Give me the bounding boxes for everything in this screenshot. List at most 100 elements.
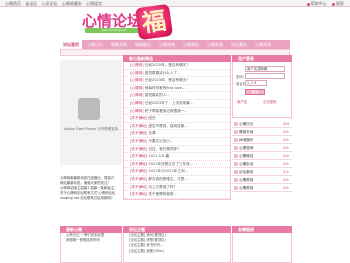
item-title[interactable]: 不要忘记自己... [148,139,173,143]
item-title[interactable]: 感觉更喜欢什么人了... [145,71,181,75]
item-category: [扶不满地] [130,169,149,174]
forum-count: 0/1 [283,186,289,190]
item-title[interactable]: 关于爱情的秘密... [148,192,177,196]
forum-icon [234,170,238,174]
forum-item[interactable]: 论坛事务 1/1 [232,168,292,176]
item-title[interactable]: 2021年还是过去了三年多... [148,162,193,166]
nav-item-affairs[interactable]: 论坛事务 [231,42,247,48]
register-link[interactable]: 用户名 [237,99,247,104]
item-title[interactable]: 终于再能看身边有跟我一... [145,109,188,113]
login-title: 用户登录 [232,55,292,62]
forum-count: 0/2 [283,154,289,158]
item-title[interactable]: 马上又是谁了吗？ [148,185,177,189]
forum-count: 0/1 [283,146,289,150]
item-category: [扶不满地] [130,146,149,151]
list-item[interactable]: [扶不满地] 那天真的是难忘，又是... [124,176,230,184]
top-link-guestbook[interactable]: 心情留言 [86,1,102,6]
item-category: [心情网] [130,93,145,98]
item-title[interactable]: 已经2023年了，上次到来最... [145,101,194,105]
item-title[interactable]: 那天真的是难忘，又是... [148,177,187,181]
list-item[interactable]: 我想唱一首歌给你听听 [61,238,121,243]
item-title[interactable]: 2021年与2022年之间... [148,169,188,173]
item-title[interactable]: 回归 [148,116,155,120]
item-category: [扶不满地] [130,176,149,181]
forum-item[interactable]: 心情秀场 0/1 [232,184,292,192]
login-button[interactable]: 登录 [245,89,265,95]
list-item[interactable]: [心情网] 终于再能看身边有跟我一... [124,108,230,116]
list-item[interactable]: [心情网] 他每时邻家的first love... [124,85,230,93]
friend-links-panel: 友情链接 [232,226,292,263]
forum-item[interactable]: 心情杂谈 0/1 [232,160,292,168]
logo-subtext: www.xinqing.net [85,28,143,33]
list-item[interactable]: [心情网] 感觉更喜欢什么人了... [124,70,230,78]
forum-name: 心情驿站 [239,154,254,158]
top-link-talk[interactable]: 谈论区 [25,1,37,6]
list-item[interactable]: [扶不满地] 不要忘记自己... [124,138,230,146]
top-link-forum[interactable]: 心灵论坛 [42,1,58,6]
help-link[interactable]: 帮助中心 [306,1,327,6]
nav-item-counsel[interactable]: 心理咨询 [159,42,175,48]
login-panel: 用户登录 用户名或邮箱 密码： 验证码 2_1 9 登录 用户名 忘记密码 [232,55,292,118]
nav-item-diary[interactable]: 心情日记 [87,42,103,48]
forum-icon [234,146,238,150]
panel-title: 友情链接 [232,226,292,233]
item-title[interactable]: 已经2023年，是否有哪天？ [145,78,190,82]
item-category: [心情网] [130,100,145,105]
username-field[interactable]: 用户名或邮箱 [245,66,285,72]
item-title[interactable]: 虚空不是真，感到还像... [148,124,187,128]
list-item[interactable]: [扶不满地] 2021.5.8 晨 [124,153,230,161]
list-item[interactable]: [扶不满地] 回归 [124,115,230,123]
forum-item[interactable]: 心情秀场 0/1 [232,176,292,184]
forum-icon [234,130,238,134]
password-field[interactable] [245,73,285,79]
list-item[interactable]: [心情网] 感觉喜欢的人... [124,92,230,100]
dot-icon [306,2,310,6]
login-body: 用户名或邮箱 密码： 验证码 2_1 9 登录 用户名 忘记密码 [232,62,292,118]
nav-item-show[interactable]: 心情秀场 [255,42,271,48]
forum-item[interactable]: 休闲娱乐 0/1 [232,136,292,144]
top-right-links: 帮助中心 搜索 [303,1,344,7]
list-item[interactable]: [心情网] 已经2023年了，上次到来最... [124,100,230,108]
list-item[interactable]: [心情网] 已经2023年，是否有哪天？ [124,77,230,85]
nav-item-station[interactable]: 心情驿站 [183,42,199,48]
item-title[interactable]: 感觉喜欢的人... [145,93,170,97]
item-title[interactable]: 2021.5.8 晨 [148,154,169,158]
list-item[interactable]: [心情网] 已经2025年，是否有哪天？ [124,62,230,70]
forum-icon [234,154,238,158]
forum-count: 0/1 [283,162,289,166]
item-title[interactable]: 已经2025年，是否有哪天？ [145,63,190,67]
verify-field[interactable]: 2_1 9 [245,80,267,86]
forum-item[interactable]: 情感天地 0/1 [232,128,292,136]
forum-item[interactable]: 心情日记 9/3 [232,120,292,128]
list-item[interactable]: [扶不满地] 虚空不是真，感到还像... [124,123,230,131]
top-link-favorites[interactable]: 心情收藏夹 [62,1,82,6]
list-item[interactable]: [扶不满地] 马上又是谁了吗？ [124,184,230,192]
forum-count: 0/1 [283,178,289,182]
list-item[interactable]: [扶不满地] 2021年与2022年之间... [124,168,230,176]
forum-name: 论坛事务 [239,170,254,174]
nav-item-chat[interactable]: 心情杂谈 [207,42,223,48]
item-title[interactable]: 他每时邻家的first love... [145,86,186,90]
nav-item-leisure[interactable]: 休闲娱乐 [135,42,151,48]
forum-item[interactable]: 心理咨询 0/1 [232,144,292,152]
list-item[interactable]: [扶不满地] 无谓 [124,130,230,138]
forum-item[interactable]: 心情驿站 0/2 [232,152,292,160]
item-category: [心情网] [130,78,145,83]
item-title[interactable]: 无谓 [148,131,155,135]
panel-title: 每日最新精选 [123,55,231,62]
top-link-home[interactable]: 心情首页 [5,1,21,6]
nav-item-home[interactable]: 论坛首页 [60,40,82,49]
search-link[interactable]: 搜索 [332,1,344,6]
item-title[interactable]: 记住，我们是同伴？ [148,147,180,151]
friend-links-list [232,233,292,263]
forgot-password-link[interactable]: 忘记密码 [263,99,277,104]
list-item[interactable]: [扶不满地] 记住，我们是同伴？ [124,146,230,154]
list-item[interactable]: [扶不满地] 关于爱情的秘密... [124,191,230,199]
forum-list: 心情日记 9/3 情感天地 0/1 休闲娱乐 0/1 心理咨询 0/1 心情驿站 0/2 心情杂谈 0… [232,120,292,210]
list-item[interactable]: [论坛主题] 我爱(Offer) [124,249,230,254]
nav-item-emotion[interactable]: 情感天地 [111,42,127,48]
latest-mood-panel: 最新心情 心情日记 一哥们说到这里 我想唱一首歌给你听听 [60,226,122,263]
list-item[interactable]: xinqing.net 论坛联系已启用新网？ [60,196,122,201]
list-item[interactable]: [扶不满地] 2021年还是过去了三年多... [124,161,230,169]
item-category: [心情网] [130,70,145,75]
